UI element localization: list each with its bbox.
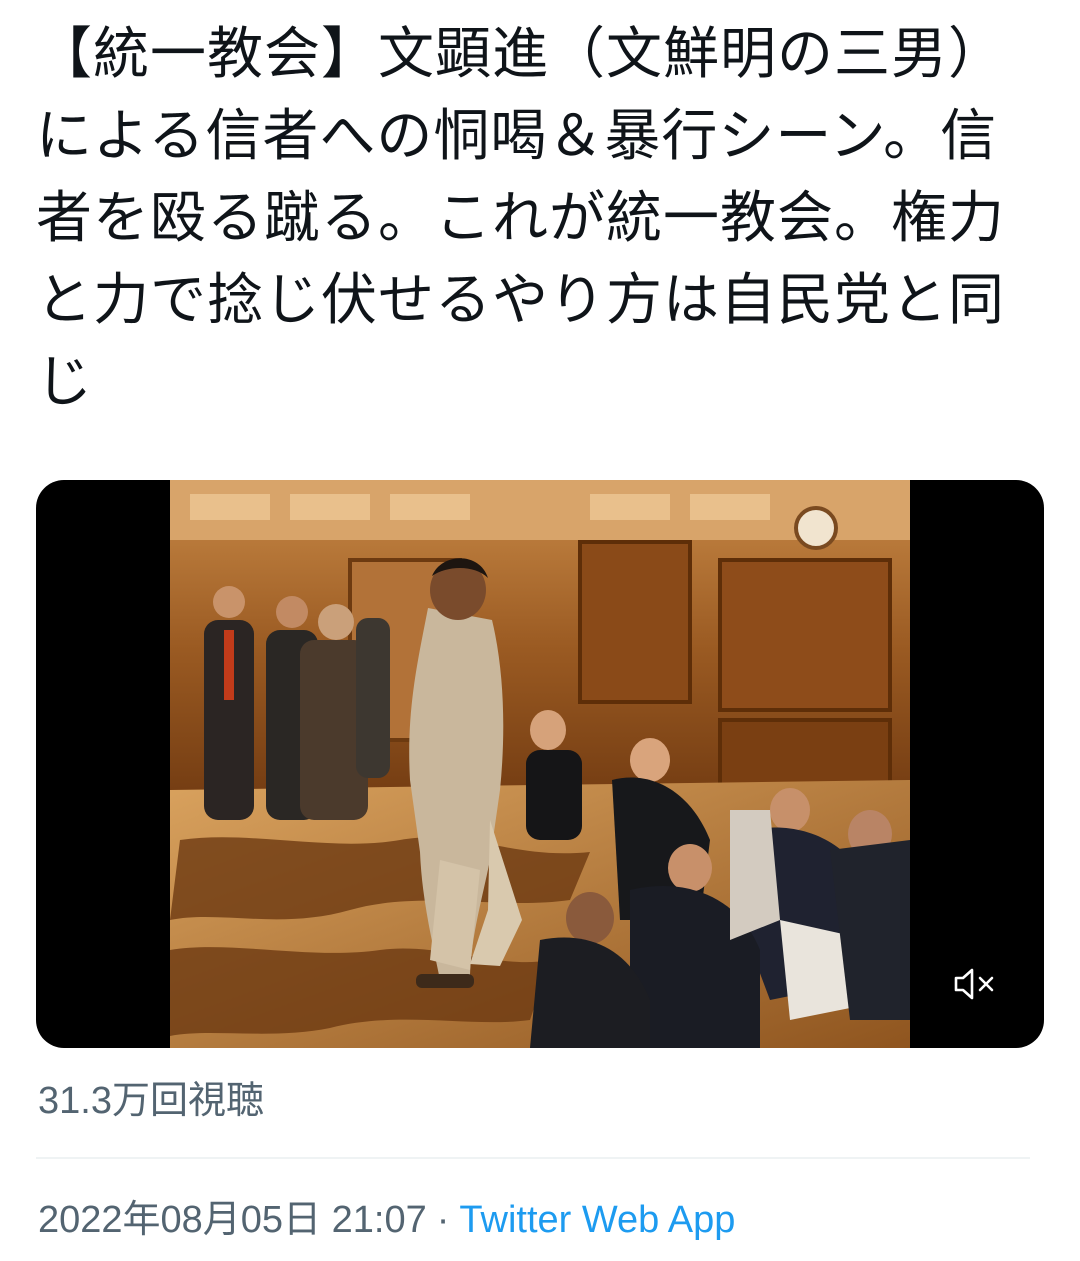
separator-dot: · (436, 1199, 450, 1241)
source-link[interactable]: Twitter Web App (459, 1199, 735, 1241)
speaker-muted-icon (954, 968, 994, 1000)
video-still-image (170, 480, 910, 1048)
view-count: 31.3万回視聴 (38, 1080, 264, 1122)
mute-button[interactable] (952, 964, 998, 1004)
tweet-meta: 2022年08月05日 21:07 · Twitter Web App (38, 1194, 735, 1246)
video-frame[interactable] (170, 480, 910, 1048)
timestamp[interactable]: 2022年08月05日 21:07 (38, 1199, 427, 1241)
tweet-text: 【統一教会】文顕進（文鮮明の三男）による信者への恫喝＆暴行シーン。信者を殴る蹴る… (36, 22, 1005, 415)
video-player[interactable] (36, 480, 1044, 1048)
divider (36, 1157, 1030, 1159)
